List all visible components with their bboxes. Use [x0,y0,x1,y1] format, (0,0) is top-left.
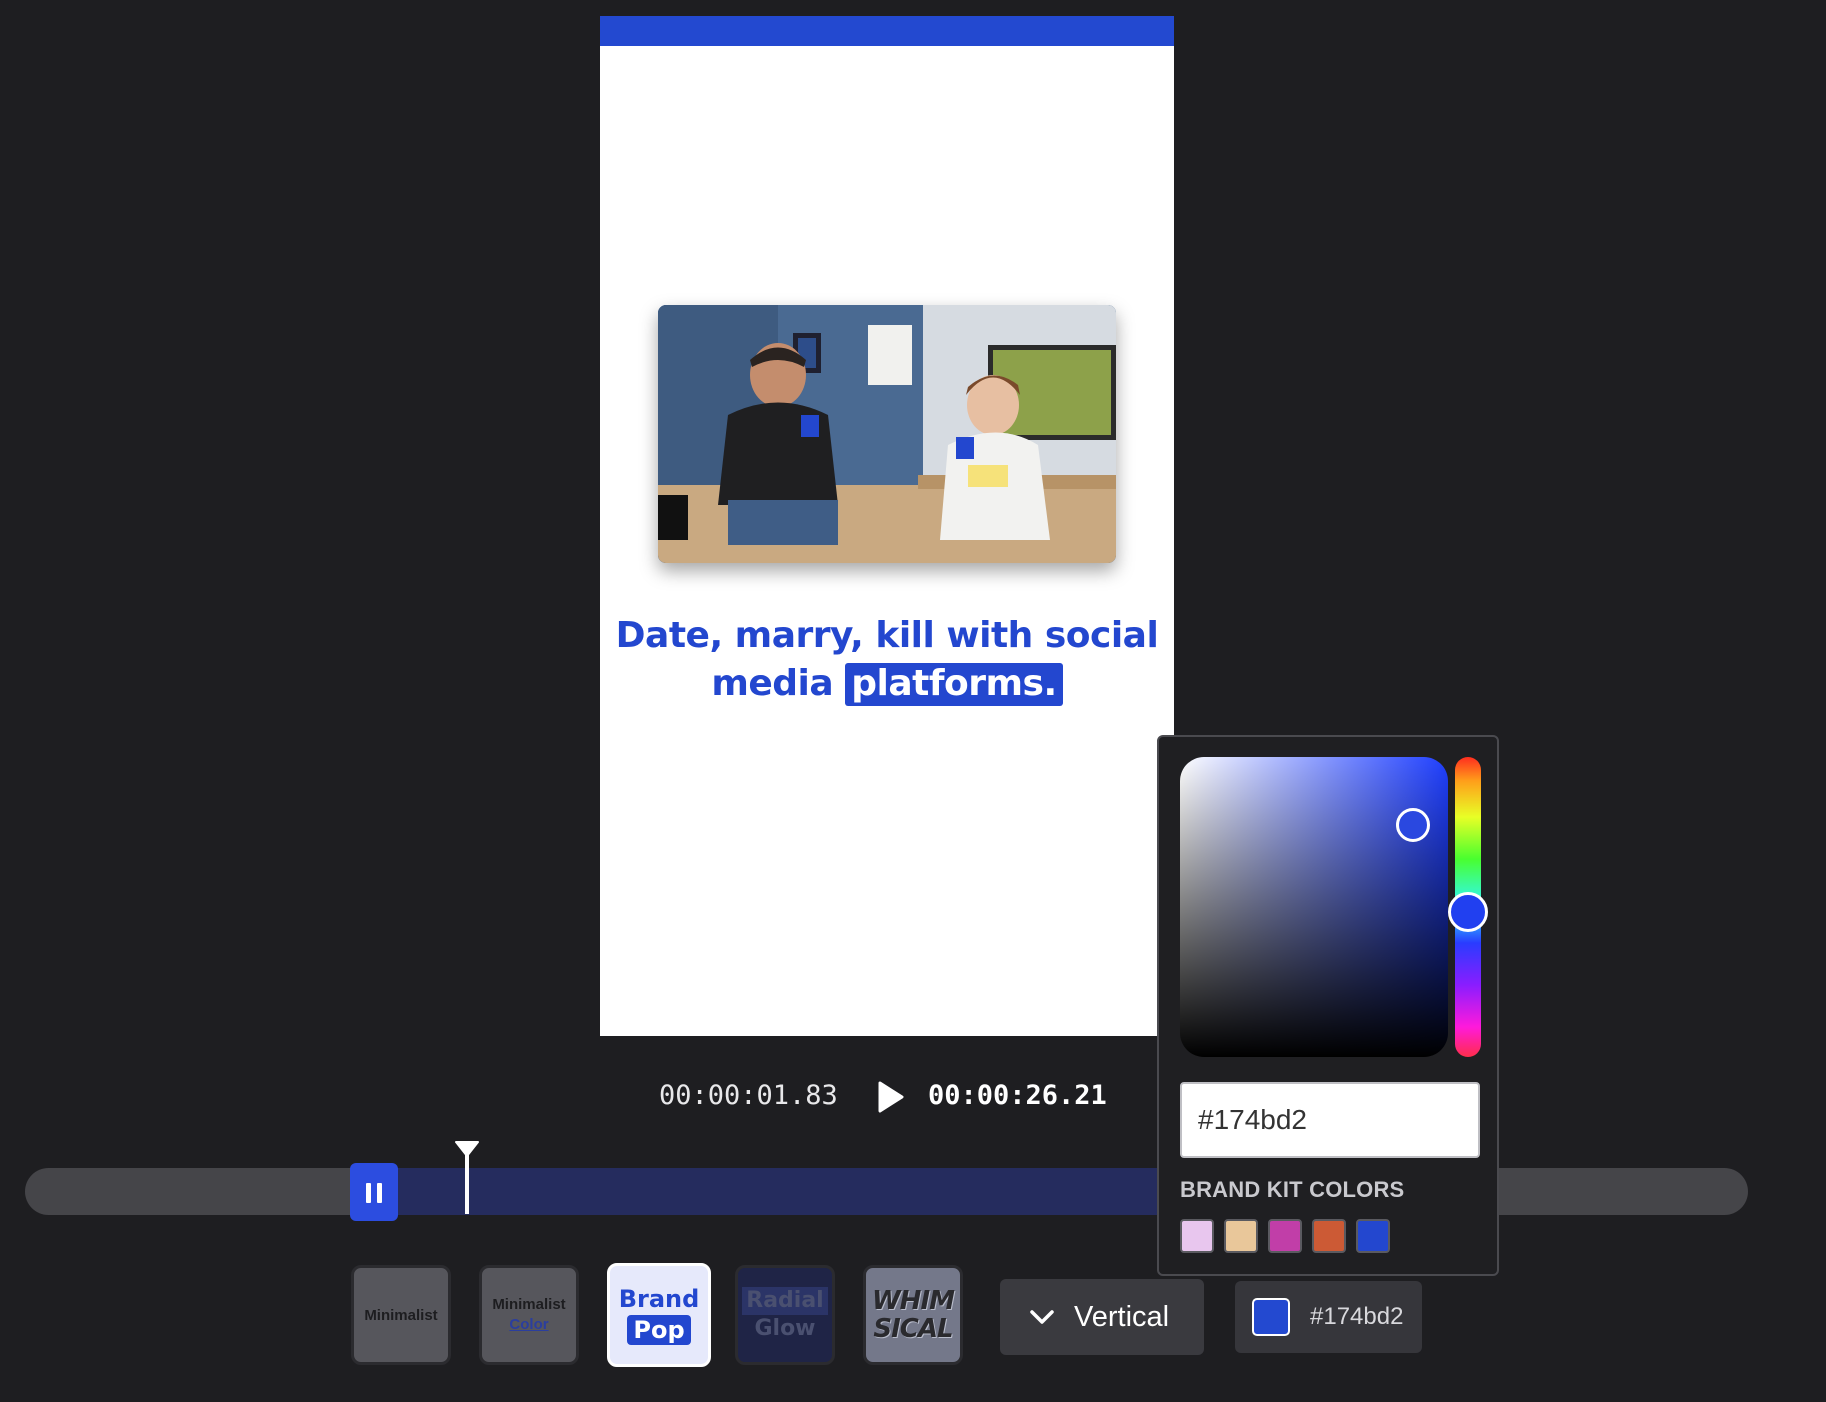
style-brand-pop-label-1: Brand [618,1285,700,1313]
brand-kit-swatch[interactable] [1268,1219,1302,1253]
trim-start-handle[interactable] [350,1163,398,1221]
style-minimalist-color[interactable]: Minimalist Color [479,1265,579,1365]
preview-top-bar [600,16,1174,46]
style-minimalist-color-label-2: Color [509,1316,549,1333]
brand-kit-swatch[interactable] [1180,1219,1214,1253]
video-preview: Date, marry, kill with social media plat… [600,16,1174,1036]
style-whimsical[interactable]: WHIM SICAL [863,1265,963,1365]
style-minimalist-color-label-1: Minimalist [492,1296,566,1313]
color-swatch [1252,1298,1290,1336]
playhead-marker-icon [455,1141,479,1214]
style-brand-pop[interactable]: Brand Pop [607,1263,711,1367]
pause-icon-bar [377,1183,382,1203]
play-button[interactable] [872,1080,908,1114]
style-whimsical-label-2: SICAL [873,1314,953,1344]
brand-kit-swatch[interactable] [1224,1219,1258,1253]
style-minimalist-label: Minimalist [364,1306,438,1324]
pause-icon-bar [366,1183,371,1203]
orientation-label: Vertical [1074,1300,1170,1333]
brand-kit-swatch[interactable] [1312,1219,1346,1253]
playhead[interactable] [455,1141,479,1216]
saturation-value-area[interactable] [1180,757,1448,1057]
style-radial-glow-label-2: Glow [754,1316,816,1341]
podcast-scene-image [658,305,1116,563]
timeline-selected-range [351,1168,1271,1215]
caption-text: Date, marry, kill with social media plat… [600,612,1174,708]
total-time: 00:00:26.21 [928,1080,1107,1111]
current-time: 00:00:01.83 [659,1080,838,1111]
hue-handle[interactable] [1448,892,1488,932]
style-whimsical-label-1: WHIM [872,1286,955,1316]
style-radial-glow-label-1: Radial [742,1287,828,1315]
style-brand-pop-label-2: Pop [627,1315,691,1345]
style-minimalist[interactable]: Minimalist [351,1265,451,1365]
saturation-handle[interactable] [1396,808,1430,842]
style-radial-glow[interactable]: Radial Glow [735,1265,835,1365]
play-icon [878,1081,904,1113]
video-frame[interactable] [658,305,1116,563]
caption-highlight-word: platforms. [845,663,1063,706]
chevron-down-icon [1030,1310,1054,1324]
color-picker-popover: BRAND KIT COLORS [1157,735,1499,1276]
caption-color-button[interactable]: #174bd2 [1235,1281,1422,1353]
orientation-dropdown[interactable]: Vertical [1000,1279,1204,1355]
brand-kit-label: BRAND KIT COLORS [1180,1177,1405,1202]
color-hex-label: #174bd2 [1310,1303,1404,1330]
brand-kit-swatch[interactable] [1356,1219,1390,1253]
hex-input[interactable] [1180,1082,1480,1158]
